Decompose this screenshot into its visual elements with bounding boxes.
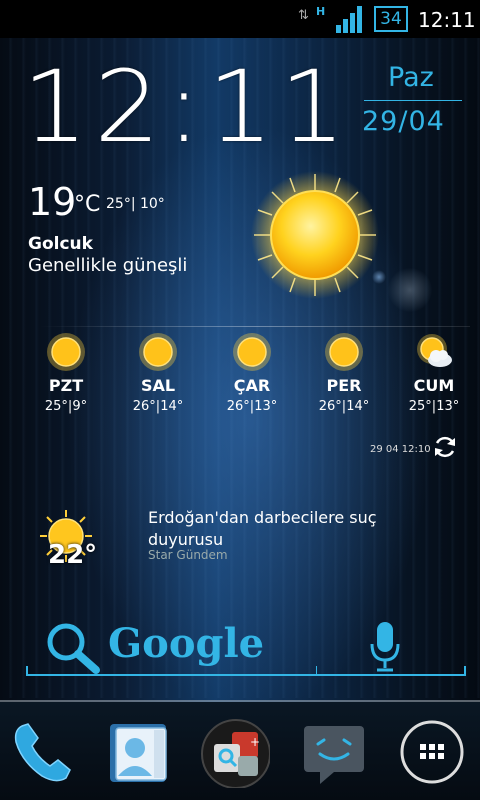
- forecast-range: 26°|14°: [318, 399, 370, 414]
- current-temperature: 19: [28, 180, 77, 224]
- date-divider: [364, 100, 462, 101]
- search-underline-tick: [26, 666, 28, 676]
- news-widget-temperature: 22°: [48, 540, 98, 570]
- messaging-icon[interactable]: [298, 716, 370, 788]
- phone-icon[interactable]: [8, 716, 80, 788]
- partly-cloudy-icon: [417, 334, 452, 367]
- news-headline[interactable]: Erdoğan'dan darbecilere suç duyurusu: [148, 507, 438, 551]
- forecast-range: 26°|13°: [226, 399, 278, 414]
- forecast-range: 25°|13°: [408, 399, 460, 414]
- sun-icon[interactable]: [250, 170, 380, 300]
- news-source: Star Gündem: [148, 548, 228, 562]
- temperature-unit: °C: [74, 192, 101, 217]
- search-underline: [26, 674, 466, 676]
- network-type: H: [316, 5, 326, 18]
- microphone-icon[interactable]: [368, 620, 402, 674]
- sun-icon: [47, 333, 85, 371]
- sun-icon: [139, 333, 177, 371]
- search-underline-tick: [464, 666, 466, 676]
- weather-updated-time: 29 04 12:10: [370, 444, 431, 455]
- clock-date: 29/04: [362, 106, 445, 137]
- temperature-range: 25°| 10°: [106, 196, 165, 212]
- refresh-icon[interactable]: [432, 434, 458, 460]
- forecast-range: 25°|9°: [44, 399, 88, 414]
- battery-icon: 34: [374, 6, 408, 32]
- contacts-icon[interactable]: [104, 716, 176, 788]
- forecast-day[interactable]: ÇAR 26°|13°: [212, 332, 292, 414]
- signal-icon: [336, 5, 366, 33]
- weather-condition: Genellikle güneşli: [28, 255, 188, 276]
- forecast-day[interactable]: PER 26°|14°: [304, 332, 384, 414]
- search-icon[interactable]: [44, 620, 102, 674]
- forecast-day-name: CUM: [413, 376, 455, 395]
- data-activity-icon: ⇅: [298, 8, 309, 23]
- svg-text:+: +: [250, 735, 260, 749]
- lens-flare: [372, 270, 386, 284]
- forecast-range: 26°|14°: [132, 399, 184, 414]
- clock-day: Paz: [388, 62, 434, 93]
- forecast-day[interactable]: PZT 25°|9°: [26, 332, 106, 414]
- lens-flare: [388, 268, 432, 312]
- dock: +: [0, 702, 480, 800]
- status-time: 12:11: [418, 8, 476, 32]
- search-underline-tick: [316, 666, 317, 676]
- sun-icon: [325, 333, 363, 371]
- forecast-day-name: PER: [326, 376, 362, 395]
- forecast-day-name: SAL: [140, 376, 176, 395]
- forecast-day-name: PZT: [48, 376, 84, 395]
- forecast-day[interactable]: CUM 25°|13°: [394, 332, 474, 414]
- app-folder-icon[interactable]: +: [198, 716, 270, 788]
- google-search-bar[interactable]: Google: [108, 620, 264, 667]
- weather-divider: [40, 326, 470, 327]
- forecast-day-name: ÇAR: [233, 376, 271, 395]
- app-drawer-icon[interactable]: [396, 716, 468, 788]
- weather-city[interactable]: Golcuk: [28, 234, 93, 254]
- status-bar: ⇅ H 34 12:11: [0, 0, 480, 38]
- sun-icon: [233, 333, 271, 371]
- forecast-day[interactable]: SAL 26°|14°: [118, 332, 198, 414]
- clock-widget-time[interactable]: 12:11: [22, 49, 352, 165]
